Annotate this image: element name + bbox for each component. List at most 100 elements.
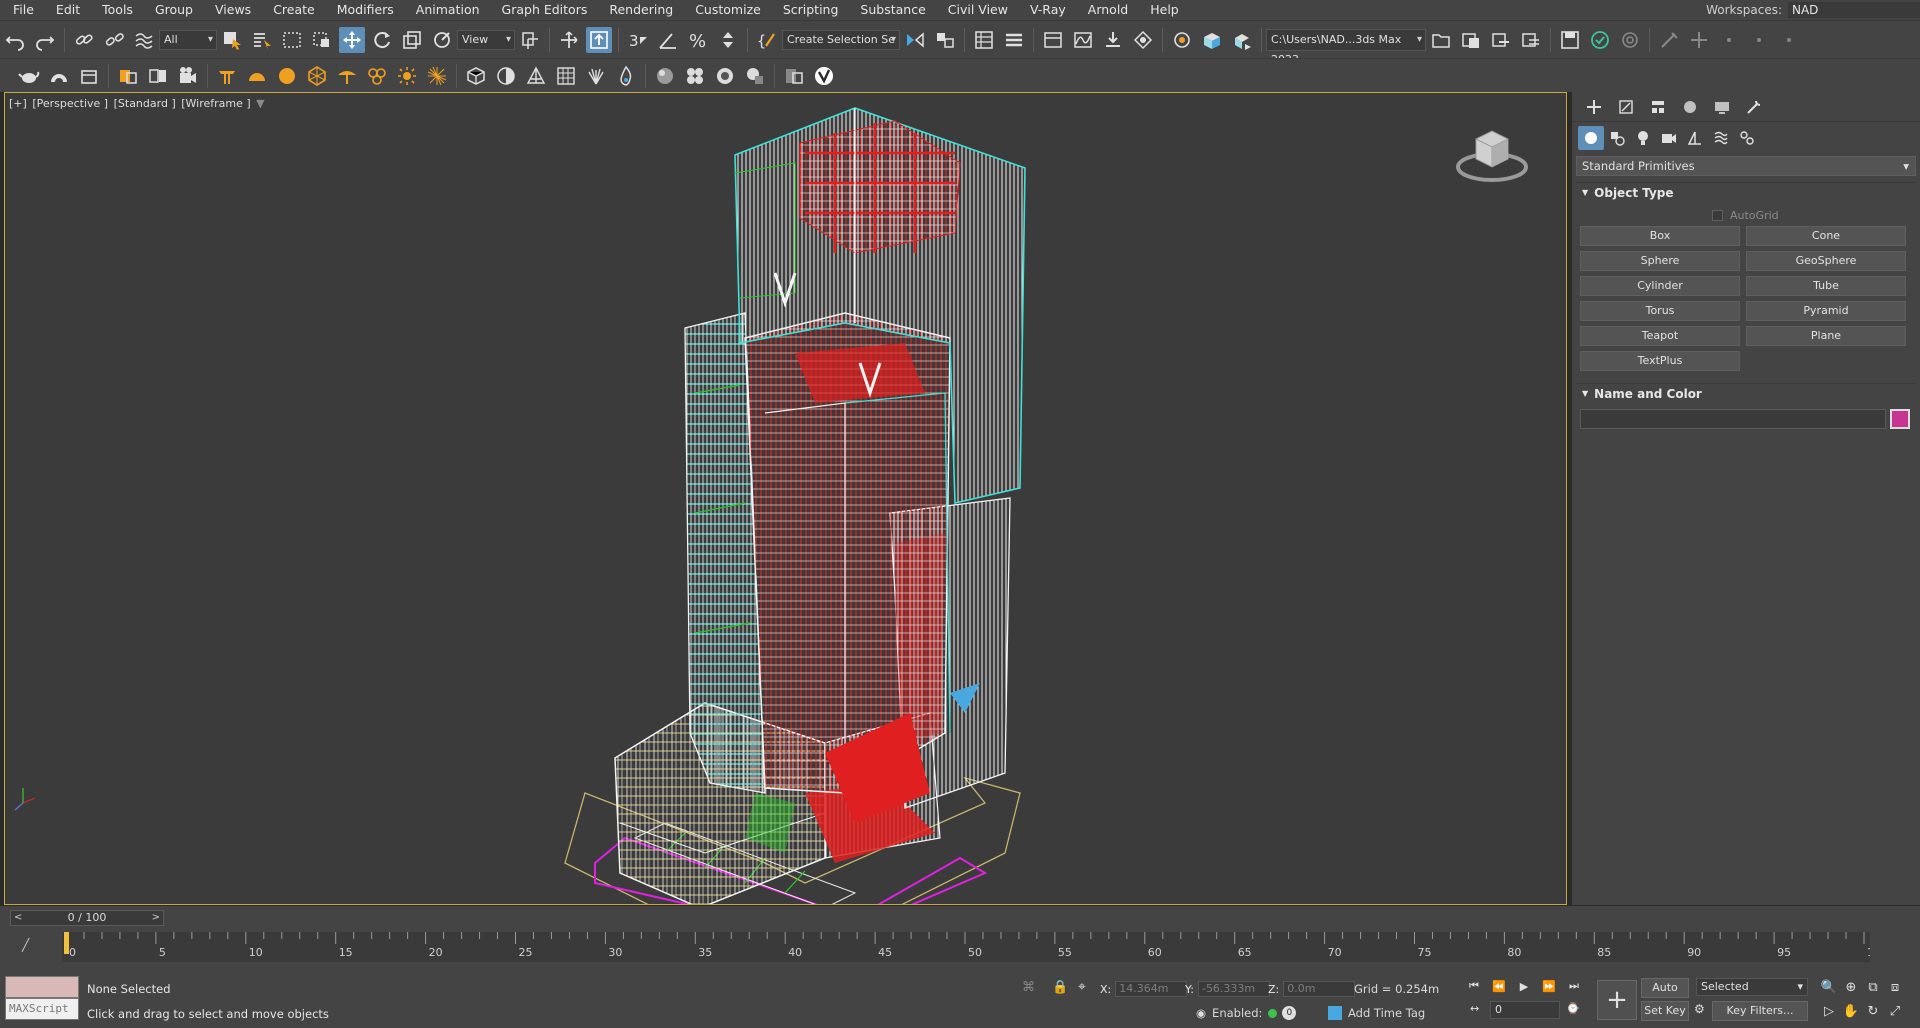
systems-icon[interactable] — [1734, 126, 1760, 150]
edit-named-selection-icon[interactable]: { — [754, 27, 780, 53]
move-icon[interactable] — [339, 26, 365, 53]
playhead[interactable] — [64, 932, 69, 954]
prev-frame-arrow-icon[interactable]: < — [14, 911, 22, 925]
redo-icon[interactable] — [32, 27, 58, 53]
brush-icon[interactable] — [1656, 27, 1682, 53]
sun-icon[interactable] — [394, 63, 420, 89]
cube-icon[interactable] — [463, 63, 489, 89]
motion-tab-icon[interactable] — [1674, 95, 1706, 119]
sunburst-icon[interactable] — [424, 63, 450, 89]
layer-explorer-icon[interactable] — [1001, 27, 1027, 53]
set-key-big-icon[interactable]: + — [1597, 980, 1637, 1020]
camera-icon[interactable] — [175, 63, 201, 89]
menu-customize[interactable]: Customize — [684, 0, 772, 20]
table-top-icon[interactable] — [214, 63, 240, 89]
set-project-folder-icon[interactable] — [1428, 27, 1454, 53]
snaps-toggle-icon[interactable]: 3 — [625, 27, 651, 53]
time-tag-counter-icon[interactable]: 0 — [1282, 1006, 1297, 1020]
set-key-button[interactable]: Set Key — [1641, 1001, 1689, 1021]
x-coordinate-field[interactable]: 14.364m — [1115, 981, 1188, 997]
auto-key-button[interactable]: Auto Key — [1641, 978, 1689, 1012]
key-mode-toggle-icon[interactable]: ↔ — [1470, 1002, 1479, 1015]
menu-scripting[interactable]: Scripting — [772, 0, 850, 20]
check-icon[interactable] — [1587, 27, 1613, 53]
maxscript-mini-listener[interactable] — [5, 976, 79, 998]
play-icon[interactable]: ▶ — [1516, 978, 1532, 994]
cameras-icon[interactable] — [1656, 126, 1682, 150]
building-wireframe-model[interactable] — [5, 93, 1567, 905]
zoom-all-icon[interactable]: ⊕ — [1842, 978, 1860, 996]
zoom-icon[interactable]: 🔍 — [1820, 978, 1838, 996]
menu-modifiers[interactable]: Modifiers — [326, 0, 405, 20]
cone-button[interactable]: Cone — [1746, 226, 1906, 246]
autogrid-checkbox[interactable]: AutoGrid — [1712, 206, 1920, 224]
next-frame-icon[interactable]: ⏩ — [1541, 978, 1557, 994]
zoom-extents-all-icon[interactable]: ⧈ — [1886, 978, 1904, 996]
lock-icon[interactable]: 🔒 — [1052, 980, 1068, 995]
ungroup-icon[interactable] — [145, 63, 171, 89]
z-coordinate-field[interactable]: 0.0m — [1283, 981, 1356, 997]
menu-v-ray[interactable]: V-Ray — [1019, 0, 1077, 20]
enabled-status-icon[interactable] — [1268, 1008, 1278, 1018]
y-coordinate[interactable]: Y: -56.333m — [1185, 980, 1270, 998]
render-production-icon[interactable] — [1229, 27, 1255, 53]
zoom-extents-icon[interactable]: ⧉ — [1864, 978, 1882, 996]
undo-icon[interactable] — [2, 27, 28, 53]
add-icon[interactable] — [1686, 27, 1712, 53]
reference-coordinate-dropdown[interactable]: View — [457, 29, 515, 50]
track-bar-curve-icon[interactable]: ╱ — [22, 938, 29, 952]
object-type-rollout-header[interactable]: ▼ Object Type — [1576, 182, 1916, 202]
menu-animation[interactable]: Animation — [405, 0, 491, 20]
degradation-icon[interactable]: ◉ — [1196, 1006, 1206, 1020]
angle-snap-icon[interactable] — [655, 27, 681, 53]
maxscript-label[interactable]: MAXScript — [5, 998, 79, 1020]
sphere-button[interactable]: Sphere — [1580, 251, 1740, 271]
autogrid-checkbox-box[interactable] — [1712, 209, 1723, 221]
multi-material-icon[interactable] — [682, 63, 708, 89]
project-manager-icon[interactable] — [1518, 27, 1544, 53]
display-tab-icon[interactable] — [1706, 95, 1738, 119]
workspaces-selector[interactable]: Workspaces: NAD — [1706, 0, 1920, 20]
umbrella-light-icon[interactable] — [334, 63, 360, 89]
material-slots-icon[interactable] — [742, 63, 768, 89]
menu-help[interactable]: Help — [1139, 0, 1190, 20]
pan-icon[interactable]: ✋ — [1842, 1002, 1860, 1020]
time-slider[interactable]: < 0 / 100 > — [10, 910, 164, 926]
dot-icon[interactable] — [1716, 27, 1742, 53]
torus-button[interactable]: Torus — [1580, 301, 1740, 321]
sphere-icon[interactable] — [274, 63, 300, 89]
dot-icon[interactable] — [1746, 27, 1772, 53]
arch-icon[interactable] — [46, 63, 72, 89]
perspective-viewport[interactable]: [+] [Perspective ] [Standard ] [Wirefram… — [4, 92, 1567, 905]
box-button[interactable]: Box — [1580, 226, 1740, 246]
menu-civil-view[interactable]: Civil View — [937, 0, 1019, 20]
open-recent-icon[interactable] — [1458, 27, 1484, 53]
selection-filter-dropdown[interactable]: All — [159, 29, 217, 50]
grid-icon[interactable] — [553, 63, 579, 89]
select-object-icon[interactable] — [219, 27, 245, 53]
named-selection-dropdown[interactable]: Create Selection Se — [782, 29, 900, 50]
track-bar[interactable]: 0 5 10 15 20 25 30 35 40 45 50 55 60 65 70 75 80 85 90 95 10… — [0, 928, 1920, 968]
space-warps-icon[interactable] — [1708, 126, 1734, 150]
menu-create[interactable]: Create — [262, 0, 326, 20]
viewcube-icon[interactable] — [1456, 121, 1528, 187]
percent-snap-icon[interactable]: % — [685, 27, 711, 53]
maximize-viewport-icon[interactable]: ⤢ — [1886, 1002, 1904, 1020]
save-icon[interactable] — [1557, 27, 1583, 53]
name-color-rollout-header[interactable]: ▼ Name and Color — [1576, 383, 1916, 403]
menu-rendering[interactable]: Rendering — [598, 0, 684, 20]
render-setup-icon[interactable] — [1169, 27, 1195, 53]
pivot-center-icon[interactable] — [517, 27, 543, 53]
category-dropdown[interactable]: Standard Primitives — [1576, 156, 1916, 176]
textplus-button[interactable]: TextPlus — [1580, 351, 1740, 371]
mirror-icon[interactable] — [902, 27, 928, 53]
hierarchy-tab-icon[interactable] — [1642, 95, 1674, 119]
tube-button[interactable]: Tube — [1746, 276, 1906, 296]
cylinder-button[interactable]: Cylinder — [1580, 276, 1740, 296]
geometry-icon[interactable] — [1578, 126, 1604, 150]
current-frame-field[interactable]: 0 — [1490, 1001, 1560, 1019]
time-configuration-icon[interactable]: ⌚ — [1566, 1002, 1580, 1015]
vray-frame-buffer-icon[interactable] — [781, 63, 807, 89]
scale-icon[interactable] — [399, 27, 425, 53]
maxscript-listener[interactable]: MAXScript — [5, 976, 79, 1022]
